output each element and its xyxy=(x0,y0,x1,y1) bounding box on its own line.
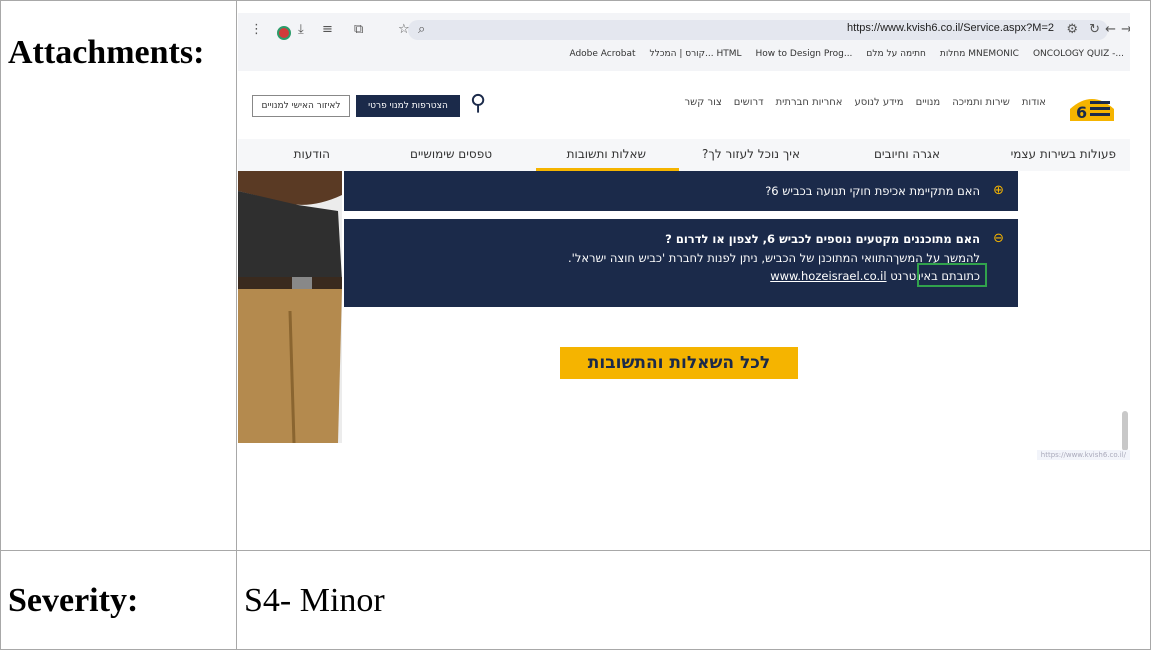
forward-icon[interactable]: → xyxy=(1121,22,1130,37)
hozeisrael-link[interactable]: www.hozeisrael.co.il xyxy=(770,269,886,283)
tab-messages[interactable]: הודעות xyxy=(294,147,330,161)
tab-faq[interactable]: שאלות ותשובות xyxy=(567,147,646,161)
address-url[interactable]: https://www.kvish6.co.il/Service.aspx?M=… xyxy=(847,22,1054,34)
extensions-icon[interactable]: ⧉ xyxy=(354,22,363,37)
site-search-icon[interactable]: ⚲ xyxy=(470,91,486,116)
back-icon[interactable]: ← xyxy=(1105,22,1116,37)
reload-icon[interactable]: ↻ xyxy=(1089,22,1100,37)
table-border-top xyxy=(0,0,1151,1)
site-settings-icon[interactable]: ⚙ xyxy=(1066,22,1078,37)
tab-help[interactable]: איך נוכל לעזור לך? xyxy=(702,147,800,161)
severity-value: S4- Minor xyxy=(244,582,385,619)
star-icon[interactable]: ☆ xyxy=(398,22,410,37)
bookmark-item[interactable]: Adobe Acrobat xyxy=(569,49,635,59)
tab-self-service[interactable]: פעולות בשירות עצמי xyxy=(1011,147,1116,161)
personal-area-button[interactable]: לאיזור האישי למנויים xyxy=(252,95,350,117)
status-url: https://www.kvish6.co.il/ xyxy=(1036,450,1130,460)
site-header: 6 אודות שירות ותמיכה מנויים מידע לנוסע א… xyxy=(238,81,1130,131)
nav-item[interactable]: דרושים xyxy=(734,97,764,108)
faq-question[interactable]: האם מתוכננים מקטעים נוספים לכביש 6, לצפו… xyxy=(665,232,980,246)
table-column-divider xyxy=(236,0,237,650)
highlight-box xyxy=(917,263,987,287)
tab-fees[interactable]: אגרה וחיובים xyxy=(874,147,940,161)
kvish6-logo-icon[interactable]: 6 xyxy=(1068,87,1116,123)
menu-dots-icon[interactable]: ⋮ xyxy=(250,22,263,37)
reading-list-icon[interactable]: ≡ xyxy=(322,22,333,37)
svg-text:6: 6 xyxy=(1076,103,1087,122)
section-tabs: פעולות בשירות עצמי אגרה וחיובים איך נוכל… xyxy=(238,139,1130,172)
nav-item[interactable]: מנויים xyxy=(916,97,941,108)
person-image xyxy=(238,171,342,443)
record-icon[interactable] xyxy=(277,26,291,40)
download-icon[interactable]: ⤓ xyxy=(298,22,304,37)
answer-text: התוואי המתוכנן של הכביש, ניתן לפנות לחבר… xyxy=(568,251,894,265)
bookmark-item[interactable]: קורס | המכלל... HTML xyxy=(650,49,742,59)
bookmark-item[interactable]: מחלות MNEMONIC xyxy=(940,49,1019,59)
collapse-icon[interactable]: ⊖ xyxy=(993,231,1004,246)
nav-item[interactable]: שירות ותמיכה xyxy=(952,97,1010,108)
faq-item-1[interactable]: ⊕ האם מתקיימת אכיפת חוקי תנועה בכביש 6? xyxy=(344,171,1018,211)
expand-icon[interactable]: ⊕ xyxy=(993,183,1004,198)
nav-item[interactable]: מידע לנוסע xyxy=(855,97,904,108)
browser-toolbar: ⋮ ⤓ ≡ ⧉ ☆ ⌕ https://www.kvish6.co.il/Ser… xyxy=(238,13,1130,71)
all-faq-button[interactable]: לכל השאלות והתשובות xyxy=(560,347,798,379)
join-private-button[interactable]: הצטרפות למנוי פרטי xyxy=(356,95,460,117)
bookmark-item[interactable]: ONCOLOGY QUIZ -... xyxy=(1033,49,1124,59)
main-nav: אודות שירות ותמיכה מנויים מידע לנוסע אחר… xyxy=(684,97,1046,108)
severity-label: Severity: xyxy=(8,582,139,619)
table-border-left xyxy=(0,0,1,650)
search-icon[interactable]: ⌕ xyxy=(418,22,425,37)
attachment-screenshot: ⋮ ⤓ ≡ ⧉ ☆ ⌕ https://www.kvish6.co.il/Ser… xyxy=(238,13,1130,461)
nav-item[interactable]: אודות xyxy=(1022,97,1046,108)
bookmark-item[interactable]: חתימה על מלם xyxy=(866,49,925,59)
bookmarks-bar: Adobe Acrobat קורס | המכלל... HTML How t… xyxy=(569,49,1124,59)
scrollbar-thumb[interactable] xyxy=(1122,411,1128,451)
faq-content: ⊕ האם מתקיימת אכיפת חוקי תנועה בכביש 6? … xyxy=(238,171,1130,461)
attachments-label: Attachments: xyxy=(8,34,205,71)
faq-question[interactable]: האם מתקיימת אכיפת חוקי תנועה בכביש 6? xyxy=(765,184,980,198)
bookmark-item[interactable]: How to Design Prog... xyxy=(756,49,853,59)
nav-item[interactable]: אחריות חברתית xyxy=(776,97,843,108)
tab-forms[interactable]: טפסים שימושיים xyxy=(410,147,492,161)
table-row-divider xyxy=(0,550,1151,551)
nav-item[interactable]: צור קשר xyxy=(684,97,721,108)
